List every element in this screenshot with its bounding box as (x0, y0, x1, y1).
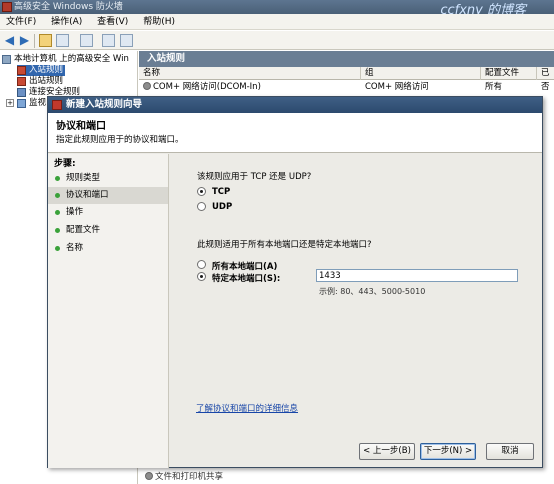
help-link[interactable]: 了解协议和端口的详细信息 (196, 402, 298, 414)
all-ports-label[interactable]: 所有本地端口(A) (212, 260, 277, 272)
tcp-radio[interactable] (197, 187, 206, 196)
tree-root[interactable]: 本地计算机 上的高级安全 Win (2, 54, 129, 65)
udp-label[interactable]: UDP (212, 202, 232, 212)
properties-icon[interactable] (120, 34, 133, 47)
wizard-title-bar: 新建入站规则向导 (48, 97, 542, 113)
computer-icon (2, 55, 11, 64)
step-profile[interactable]: 配置文件 (48, 222, 168, 239)
step-bullet-icon (55, 228, 60, 233)
menu-help[interactable]: 帮助(H) (137, 14, 181, 29)
wizard-header: 协议和端口 指定此规则应用于的协议和端口。 (48, 113, 542, 153)
menu-view[interactable]: 查看(V) (91, 14, 134, 29)
forward-arrow-icon[interactable]: ▶ (18, 34, 31, 47)
wizard-page-subheading: 指定此规则应用于的协议和端口。 (56, 135, 184, 145)
step-bullet-icon (55, 176, 60, 181)
console-tree-icon[interactable] (56, 34, 69, 47)
export-list-icon[interactable] (102, 34, 115, 47)
column-enabled[interactable]: 已 (537, 67, 554, 80)
window-title: 高级安全 Windows 防火墙 (14, 2, 123, 12)
step-protocol-and-ports[interactable]: 协议和端口 (48, 187, 168, 204)
port-question: 此规则适用于所有本地端口还是特定本地端口? (197, 240, 372, 250)
toolbar: ◀ ▶ (0, 31, 554, 50)
up-folder-icon[interactable] (39, 34, 52, 47)
firewall-wizard-icon (52, 100, 62, 110)
tree-item-outbound-rules[interactable]: 出站规则 (17, 76, 63, 87)
refresh-icon[interactable] (80, 34, 93, 47)
all-ports-radio[interactable] (197, 260, 206, 269)
monitor-icon (17, 99, 26, 108)
table-row[interactable]: COM+ 网络访问(DCOM-In) COM+ 网络访问 所有 否 (139, 81, 554, 93)
back-button[interactable]: < 上一步(B) (359, 443, 415, 460)
inbound-rules-icon (17, 66, 26, 75)
port-example: 示例: 80、443、5000-5010 (319, 287, 426, 296)
specific-ports-radio[interactable] (197, 272, 206, 281)
row-profile-cell: 所有 (485, 82, 503, 92)
menu-bar: 文件(F) 操作(A) 查看(V) 帮助(H) (0, 14, 554, 30)
menu-action[interactable]: 操作(A) (45, 14, 88, 29)
step-bullet-icon (55, 210, 60, 215)
list-pane-header: 入站规则 (139, 51, 554, 67)
row-group-cell: COM+ 网络访问 (365, 82, 429, 92)
wizard-title: 新建入站规则向导 (66, 99, 143, 110)
table-row-partial[interactable]: 文件和打印机共享 (139, 470, 554, 484)
list-column-headers: 名称 组 配置文件 已 (139, 67, 554, 80)
column-group[interactable]: 组 (361, 67, 481, 80)
specific-ports-label[interactable]: 特定本地端口(S): (212, 272, 280, 284)
wizard-content: 该规则应用于 TCP 还是 UDP? TCP UDP 此规则适用于所有本地端口还… (170, 154, 542, 468)
next-button[interactable]: 下一步(N) > (420, 443, 476, 460)
row-enabled-cell: 否 (541, 82, 550, 92)
step-name[interactable]: 名称 (48, 240, 168, 257)
menu-file[interactable]: 文件(F) (0, 14, 42, 29)
step-bullet-icon (55, 193, 60, 198)
firewall-app-icon (2, 2, 12, 12)
toolbar-divider (34, 34, 35, 48)
wizard-page-heading: 协议和端口 (56, 121, 106, 132)
column-name[interactable]: 名称 (139, 67, 361, 80)
back-arrow-icon[interactable]: ◀ (3, 34, 16, 47)
protocol-question: 该规则应用于 TCP 还是 UDP? (197, 172, 312, 182)
step-rule-type[interactable]: 规则类型 (48, 170, 168, 187)
connection-security-icon (17, 88, 26, 97)
tree-item-inbound-rules[interactable]: 入站规则 (17, 65, 66, 76)
step-action[interactable]: 操作 (48, 204, 168, 221)
port-input[interactable] (316, 269, 518, 282)
column-profile[interactable]: 配置文件 (481, 67, 537, 80)
row-name-cell: COM+ 网络访问(DCOM-In) (139, 81, 361, 93)
outbound-rules-icon (17, 77, 26, 86)
expand-icon[interactable]: + (6, 99, 14, 107)
tcp-label[interactable]: TCP (212, 187, 230, 197)
rule-disabled-icon (143, 82, 151, 90)
step-bullet-icon (55, 246, 60, 251)
wizard-steps-panel: 步骤: 规则类型 协议和端口 操作 配置文件 名称 (48, 154, 169, 468)
rule-disabled-icon (145, 472, 153, 480)
new-inbound-rule-wizard: 新建入站规则向导 协议和端口 指定此规则应用于的协议和端口。 步骤: 规则类型 … (47, 96, 543, 468)
udp-radio[interactable] (197, 202, 206, 211)
tree-item-monitoring[interactable]: + 监视 (6, 98, 46, 109)
cancel-button[interactable]: 取消 (486, 443, 534, 460)
steps-title: 步骤: (54, 159, 76, 169)
